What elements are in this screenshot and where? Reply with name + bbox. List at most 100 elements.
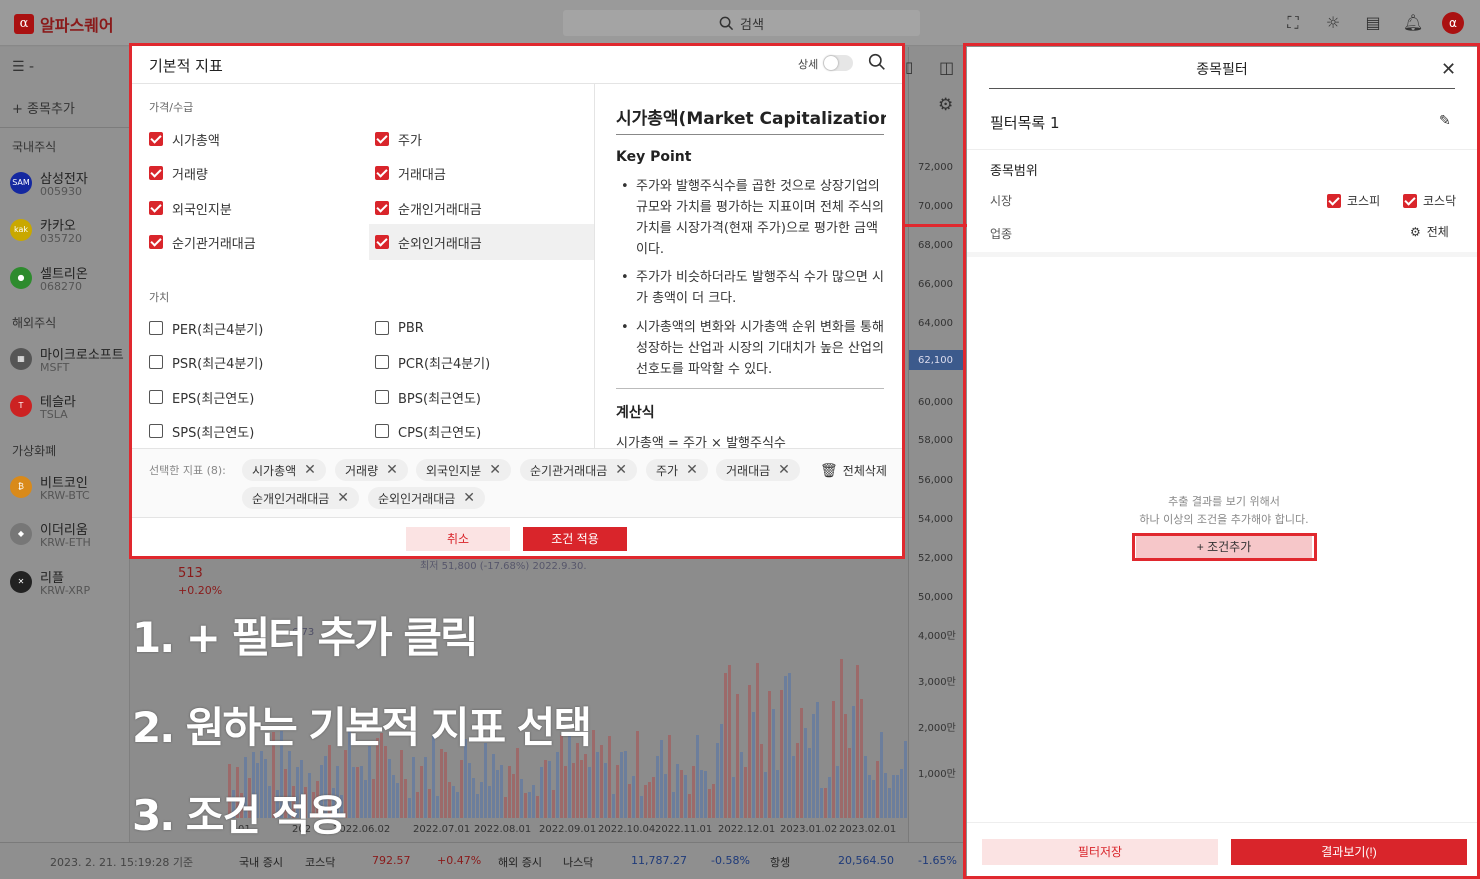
selected-indicator-chip[interactable]: 순외인거래대금 ✕ [368,487,486,509]
ripple-price: 513 [178,566,203,581]
layout-icon[interactable]: ◫ [939,58,954,77]
bell-icon[interactable]: 🔔︎ [1402,12,1424,34]
bitcoin-icon: ₿ [10,476,32,498]
settings-gear-icon[interactable]: ⚙ [938,95,953,115]
volume-bar [416,791,419,818]
stock-item-kakao[interactable]: kak 카카오 035720 [10,215,130,259]
selected-indicator-chip[interactable]: 시가총액 ✕ [242,459,326,481]
volume-bar [552,789,555,818]
indicator-label: BPS(최근연도) [398,391,481,407]
avatar[interactable]: α [1442,12,1464,34]
indicator-checkbox[interactable]: EPS(최근연도) [149,386,254,408]
indicator-checkbox[interactable]: 외국인지분 [149,197,232,219]
bullet-text: 주가와 발행주식수를 곱한 것으로 상장기업의 규모와 가치를 평가하는 지표이… [636,179,884,257]
close-icon[interactable]: ✕ [686,462,698,478]
indicator-checkbox[interactable]: 순외인거래대금 [375,231,482,253]
indicator-checkbox[interactable]: CPS(최근연도) [375,420,481,442]
close-icon[interactable]: ✕ [778,462,790,478]
volume-bar [480,781,483,818]
add-condition-button[interactable]: + 조건추가 [1136,536,1312,558]
close-icon[interactable]: ✕ [1441,59,1456,80]
x-tick-label: 2022.08.01 [474,824,532,835]
detail-toggle[interactable] [823,55,853,71]
indicator-checkbox[interactable]: 거래량 [149,162,208,184]
indicator-checkbox[interactable]: 거래대금 [375,162,446,184]
ripple-change: +0.20% [178,584,223,597]
fullscreen-icon[interactable]: ⛶ [1282,12,1304,34]
stock-item-tesla[interactable]: T 테슬라 TSLA [10,391,130,435]
indicator-checkbox[interactable]: BPS(최근연도) [375,386,481,408]
volume-bar [684,774,687,818]
view-results-button[interactable]: 결과보기(!) [1231,839,1467,865]
chip-label: 순개인거래대금 [252,491,330,506]
ticker-nasdaq-change: -0.58% [711,854,750,867]
delete-all-button[interactable]: 🗑︎ 전체삭제 [820,462,887,479]
indicator-checkbox[interactable]: 주가 [375,128,422,150]
indicator-label: 주가 [398,133,422,149]
stock-item-samsung[interactable]: SAM 삼성전자 005930 [10,168,130,212]
volume-bar [796,742,799,818]
volume-bar [696,735,699,818]
selected-indicator-chip[interactable]: 외국인지분 ✕ [416,459,511,481]
close-icon[interactable]: ✕ [489,462,501,478]
panel-icon[interactable]: ▯ [905,58,913,76]
selected-indicator-chip[interactable]: 주가 ✕ [646,459,708,481]
checkbox-checked [1403,193,1417,208]
volume-bar [772,708,775,818]
volume-bar [532,784,535,818]
stock-item-microsoft[interactable]: ▦ 마이크로소프트 MSFT [10,344,130,388]
search-icon[interactable] [868,53,886,71]
indicator-label: PSR(최근4분기) [172,356,264,372]
kospi-checkbox[interactable]: 코스피 [1327,192,1380,209]
volume-bar [656,756,659,818]
volume-bar [900,769,903,818]
checkbox-checked [149,132,163,146]
menu-toggle[interactable]: ☰ - [12,59,34,75]
close-icon[interactable]: ✕ [304,462,316,478]
volume-bar [536,795,539,818]
volume-bar [476,793,479,818]
indicator-checkbox[interactable]: PCR(최근4분기) [375,351,490,373]
stock-item-bitcoin[interactable]: ₿ 비트코인 KRW-BTC [10,472,130,516]
app-logo[interactable]: α 알파스퀘어 [14,12,114,36]
x-tick-label: 2022.09.01 [539,824,597,835]
indicator-checkbox[interactable]: PER(최근4분기) [149,317,263,339]
stock-item-celltrion[interactable]: ● 셀트리온 068270 [10,263,130,307]
selected-indicator-chip[interactable]: 거래량 ✕ [335,459,408,481]
indicator-checkbox[interactable]: SPS(최근연도) [149,420,254,442]
formula-heading: 계산식 [616,405,655,421]
close-icon[interactable]: ✕ [337,490,349,506]
edit-pencil-icon[interactable]: ✎ [1439,113,1451,129]
cancel-button[interactable]: 취소 [406,527,510,551]
indicator-checkbox[interactable]: 순기관거래대금 [149,231,256,253]
close-icon[interactable]: ✕ [463,490,475,506]
volume-bar [624,750,627,818]
indicator-checkbox[interactable]: 시가총액 [149,128,220,150]
volume-bar [420,766,423,818]
clipboard-icon[interactable]: ▤ [1362,12,1384,34]
save-filter-button[interactable]: 필터저장 [982,839,1218,865]
vertical-divider [594,84,595,448]
volume-bar [368,746,371,818]
selected-indicator-chip[interactable]: 순기관거래대금 ✕ [520,459,638,481]
kosdaq-checkbox[interactable]: 코스닥 [1403,192,1456,209]
search-bar[interactable]: 검색 [563,10,920,36]
checkbox-checked [149,235,163,249]
indicator-checkbox[interactable]: PSR(최근4분기) [149,351,263,373]
add-stock-button[interactable]: + 종목추가 [12,98,75,117]
volume-bar [732,776,735,818]
volume-bar [824,787,827,818]
indicator-checkbox[interactable]: PBR [375,317,424,339]
close-icon[interactable]: ✕ [386,462,398,478]
stock-item-ripple[interactable]: ✕ 리플 KRW-XRP [10,567,130,611]
volume-bar [668,735,671,818]
indicator-checkbox[interactable]: 순개인거래대금 [375,197,482,219]
selected-indicator-chip[interactable]: 거래대금 ✕ [716,459,800,481]
stock-item-ethereum[interactable]: ◆ 이더리움 KRW-ETH [10,519,130,563]
close-icon[interactable]: ✕ [615,462,627,478]
industry-all-setting[interactable]: ⚙ 전체 [1410,223,1449,240]
selected-indicator-chip[interactable]: 순개인거래대금 ✕ [242,487,360,509]
theme-sun-icon[interactable]: ☼ [1322,12,1344,34]
apply-condition-button[interactable]: 조건 적용 [523,527,627,551]
y-tick-label: 4,000만 [918,631,956,642]
